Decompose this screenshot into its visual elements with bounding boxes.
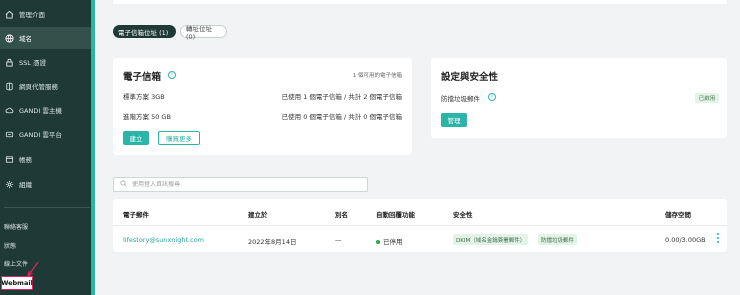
tab-email-addresses[interactable]: 電子信箱位址 (1) (113, 25, 176, 38)
more-options-icon[interactable] (716, 233, 719, 243)
tab-label: 轉址位址 (0) (186, 24, 212, 41)
autoreply-status: 已停用 (376, 236, 403, 246)
antispam-tag: 防擋垃圾郵件 (538, 234, 578, 245)
tab-label: 電子信箱位址 (1) (118, 28, 169, 37)
alias-value: — (335, 236, 342, 244)
annotation-arrow (27, 261, 39, 277)
status-dot (376, 240, 380, 244)
security-card-title: 設定與安全性 (441, 72, 499, 83)
antispam-label: 防擋垃圾郵件 (441, 95, 480, 103)
security-card: 設定與安全性 防擋垃圾郵件 i 管理 (431, 58, 727, 138)
search-icon (120, 180, 127, 189)
email-count-note: 1 個可用的電子信箱 (352, 73, 402, 79)
autoreply-label: 已停用 (383, 238, 403, 246)
tab-forwarding-addresses[interactable]: 轉址位址 (0) (180, 24, 227, 41)
sidebar: 管理介面 域名 SSL 憑證 網頁代管服務 GANDI 雲主機 GANDI 雲平… (0, 0, 91, 295)
webmail-label: Webmail (1, 279, 33, 287)
manage-button[interactable]: 管理 (441, 113, 467, 127)
email-address-link[interactable]: lifestory@sunxnight.com (123, 236, 204, 244)
info-icon[interactable]: i (168, 71, 176, 79)
plan-name: 進階方案 50 GB (123, 113, 171, 121)
top-card-edge (113, 0, 727, 4)
storage-value: 0.00/3.00GB (665, 236, 706, 244)
column-header: 安全性 (453, 211, 473, 219)
email-card: 電子信箱 i 1 個可用的電子信箱 標準方案 3GB 已使用 1 個電子信箱 /… (113, 58, 412, 155)
column-header: 自動回覆功能 (376, 211, 415, 219)
status-badge: 已啟用 (695, 93, 719, 103)
table-row-divider (113, 225, 727, 226)
column-header: 儲存空間 (665, 211, 691, 219)
column-header: 別名 (335, 211, 348, 219)
email-card-title: 電子信箱 (123, 72, 162, 83)
column-header[interactable]: 電子郵件 (123, 209, 149, 219)
search-box (113, 177, 368, 192)
create-button[interactable]: 建立 (123, 131, 149, 145)
info-icon[interactable]: i (488, 93, 496, 101)
sidebar-accent-bar (91, 0, 95, 295)
webmail-link[interactable]: Webmail (1, 276, 33, 290)
created-date: 2022年8月14日 (248, 238, 297, 246)
buy-more-button[interactable]: 購買更多 (158, 131, 200, 145)
dkim-tag: DKIM（域名金鑰簽署郵件） (453, 234, 529, 245)
search-input[interactable] (132, 181, 332, 188)
column-header[interactable]: 建立於 (248, 209, 268, 219)
plan-usage: 已使用 0 個電子信箱 / 共計 0 個電子信箱 (281, 113, 402, 121)
plan-name: 標準方案 3GB (123, 93, 165, 101)
plan-usage: 已使用 1 個電子信箱 / 共計 2 個電子信箱 (281, 93, 402, 101)
